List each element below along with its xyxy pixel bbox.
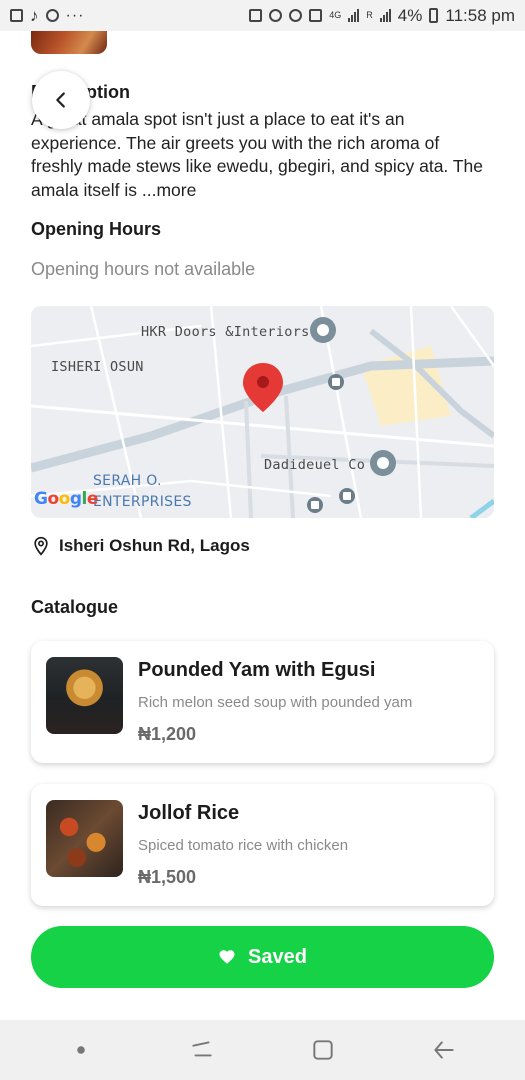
- battery-percent: 4%: [397, 5, 423, 25]
- saved-label: Saved: [248, 945, 307, 968]
- recents-icon: [192, 1041, 212, 1057]
- back-arrow-icon: [434, 1041, 455, 1059]
- system-nav-bar: [0, 1020, 525, 1080]
- map-label-hkr: HKR Doors &Interiors: [141, 324, 310, 340]
- item-price: ₦1,200: [138, 724, 197, 744]
- dadi-poi-marker: [370, 450, 396, 476]
- signal-icon-2: [379, 9, 391, 22]
- bus-stop-icon-2: [339, 488, 355, 504]
- back-button[interactable]: [32, 71, 90, 129]
- google-logo: Google: [34, 489, 98, 509]
- item-price: ₦1,500: [138, 867, 197, 887]
- clock-time: 11:58 pm: [445, 5, 515, 25]
- description-body: A great amala spot isn't just a place to…: [31, 109, 483, 200]
- item-description: Rich melon seed soup with pounded yam: [138, 694, 413, 711]
- opening-hours-text: Opening hours not available: [31, 259, 256, 279]
- read-more-link[interactable]: ...more: [142, 180, 196, 200]
- map-label-isheri: ISHERI OSUN: [51, 359, 144, 375]
- clock-icon: [289, 9, 303, 22]
- signal-icon: [348, 9, 360, 22]
- description-text: A great amala spot isn't just a place to…: [31, 108, 494, 202]
- recent-apps-button[interactable]: [182, 1030, 222, 1070]
- item-name: Pounded Yam with Egusi: [138, 659, 376, 681]
- chevron-left-icon: [56, 92, 65, 108]
- restaurant-image: [31, 31, 107, 54]
- whatsapp-icon: [45, 9, 59, 22]
- catalogue-title: Catalogue: [31, 597, 119, 617]
- address-text: Isheri Oshun Rd, Lagos: [59, 536, 250, 555]
- more-notifications-icon: ···: [65, 6, 85, 24]
- hkr-poi-marker: [310, 317, 336, 343]
- vibrate-icon: [309, 9, 323, 22]
- bus-stop-icon-3: [307, 497, 323, 513]
- home-icon: [313, 1040, 333, 1060]
- heart-icon: [219, 950, 235, 964]
- location-icon: [269, 9, 283, 22]
- home-button[interactable]: [303, 1030, 343, 1070]
- pounded-yam-image: [46, 657, 123, 734]
- tiktok-icon: ♪: [30, 5, 39, 25]
- jollof-rice-image: [46, 800, 123, 877]
- bus-stop-icon: [328, 374, 344, 390]
- address-row: Isheri Oshun Rd, Lagos: [31, 536, 494, 556]
- saved-button[interactable]: Saved: [31, 926, 494, 988]
- gallery-icon: [10, 9, 23, 22]
- back-nav-button[interactable]: [424, 1030, 464, 1070]
- nav-dot-button[interactable]: [61, 1030, 101, 1070]
- map-label-dadi: Dadideuel Co: [264, 457, 366, 473]
- item-description: Spiced tomato rice with chicken: [138, 837, 349, 854]
- map-label-serah: SERAH O.: [93, 473, 162, 489]
- description-title: Description: [31, 82, 494, 103]
- catalogue-item[interactable]: Pounded Yam with Egusi Rich melon seed s…: [31, 641, 494, 763]
- dot-icon: [76, 1046, 85, 1054]
- opening-hours-title: Opening Hours: [31, 219, 161, 239]
- status-bar: ♪ ··· 4G R 4% 11:58 pm: [0, 0, 525, 31]
- item-name: Jollof Rice: [138, 802, 240, 824]
- catalogue-item[interactable]: Jollof Rice Spiced tomato rice with chic…: [31, 784, 494, 906]
- network-type: 4G: [329, 10, 342, 20]
- map-label-enterprises: ENTERPRISES: [93, 494, 192, 510]
- location-pin-outline-icon: [34, 536, 48, 556]
- roaming-indicator: R: [366, 10, 373, 20]
- battery-icon: [429, 8, 439, 23]
- alarm-icon: [249, 9, 263, 22]
- location-map[interactable]: HKR Doors &Interiors ISHERI OSUN Dadideu…: [31, 306, 494, 518]
